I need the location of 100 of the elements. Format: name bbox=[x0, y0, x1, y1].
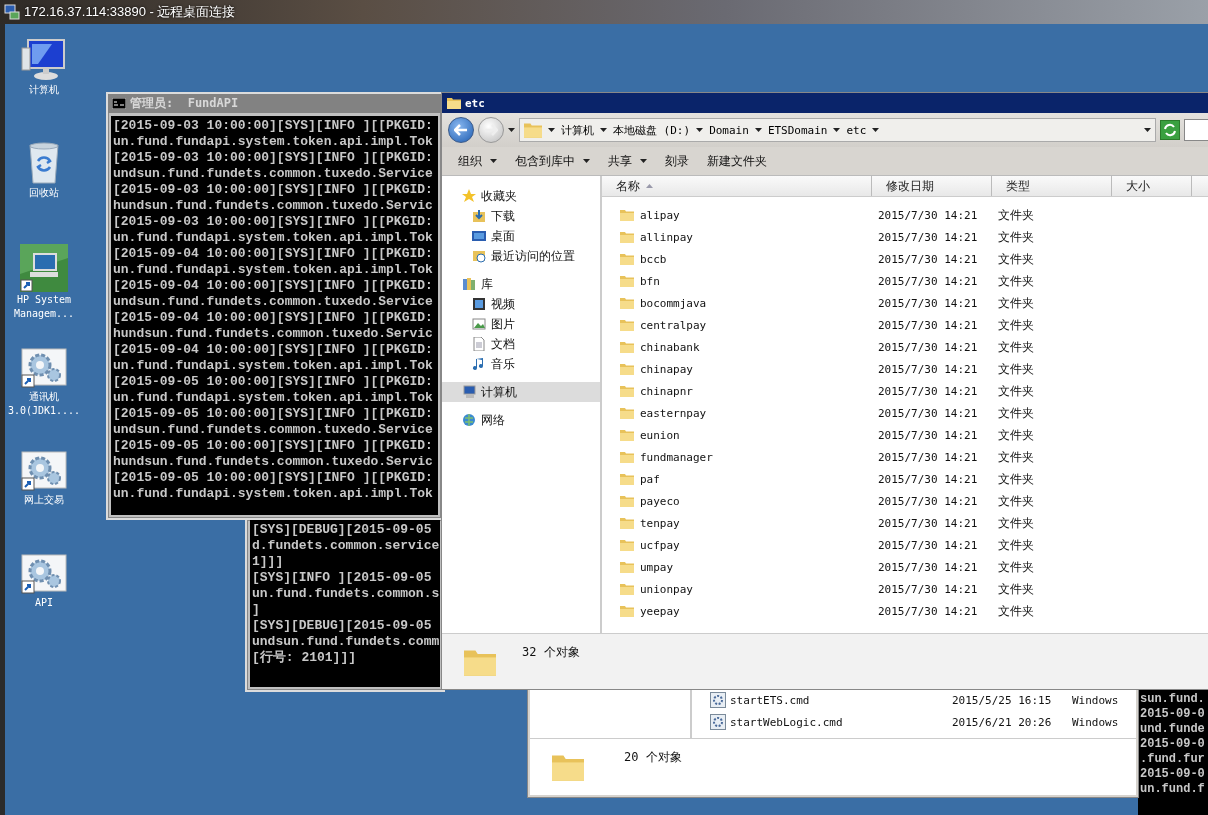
icon-label[interactable]: API bbox=[34, 597, 54, 609]
nav-item[interactable]: 图片 bbox=[442, 314, 600, 334]
breadcrumb[interactable]: ETSDomain bbox=[767, 123, 828, 137]
item-type: 文件夹 bbox=[997, 404, 1035, 422]
file-type: Windows bbox=[1072, 715, 1119, 729]
console-line: [2015-09-04 10:00:00][SYS][INFO ][[PKGID: bbox=[113, 246, 434, 262]
recent-places-icon bbox=[472, 249, 486, 263]
nav-item[interactable]: 视频 bbox=[442, 294, 600, 314]
column-header[interactable]: 名称 bbox=[602, 176, 872, 196]
icon-label[interactable]: 计算机 bbox=[29, 84, 59, 96]
file-name[interactable]: startWebLogic.cmd bbox=[730, 715, 843, 729]
folder-name[interactable]: ucfpay bbox=[640, 538, 680, 552]
toolbar-button[interactable]: 组织 bbox=[450, 149, 505, 173]
breadcrumb[interactable]: Domain bbox=[709, 123, 749, 137]
back-button[interactable] bbox=[448, 117, 474, 143]
console-line: [行号: 2101]]] bbox=[252, 650, 357, 666]
nav-item[interactable]: 网络 bbox=[442, 410, 600, 430]
console-line: hundsun.fund.fundets.common.tuxedo.Servic bbox=[113, 198, 434, 214]
breadcrumb[interactable]: 本地磁盘 (D:) bbox=[613, 122, 691, 138]
nav-item[interactable]: 下载 bbox=[442, 206, 600, 226]
breadcrumb[interactable]: 计算机 bbox=[561, 122, 594, 138]
gears-shortcut-icon[interactable] bbox=[20, 347, 68, 389]
nav-item[interactable]: 库 bbox=[442, 274, 600, 294]
column-header[interactable]: 类型 bbox=[992, 176, 1112, 196]
item-type: 文件夹 bbox=[997, 294, 1035, 312]
folder-name[interactable]: easternpay bbox=[640, 406, 707, 420]
icon-label[interactable]: HP System bbox=[16, 294, 72, 306]
nav-item[interactable]: 音乐 bbox=[442, 354, 600, 374]
column-header[interactable]: 大小 bbox=[1112, 176, 1192, 196]
nav-item[interactable]: 最近访问的位置 bbox=[442, 246, 600, 266]
console-line: [2015-09-05 10:00:00][SYS][INFO ][[PKGID: bbox=[113, 406, 434, 422]
folder-name[interactable]: tenpay bbox=[640, 516, 680, 530]
file-type: Windows bbox=[1072, 693, 1119, 707]
nav-item[interactable]: 文档 bbox=[442, 334, 600, 354]
nav-item[interactable]: 收藏夹 bbox=[442, 186, 600, 206]
toolbar-button[interactable]: 包含到库中 bbox=[507, 149, 598, 173]
folder-name[interactable]: payeco bbox=[640, 494, 680, 508]
folder-icon bbox=[524, 122, 542, 138]
console-line: hundsun.fund.fundets.common.tuxedo.Servic bbox=[113, 326, 434, 342]
folder-icon bbox=[620, 407, 634, 419]
console-line: d.fundets.common.service bbox=[252, 538, 438, 554]
folder-name[interactable]: umpay bbox=[640, 560, 674, 574]
gear-file-icon bbox=[710, 692, 726, 708]
folder-name[interactable]: chinapnr bbox=[640, 384, 693, 398]
icon-label[interactable]: 网上交易 bbox=[24, 494, 64, 506]
folder-icon bbox=[620, 517, 634, 529]
file-name[interactable]: startETS.cmd bbox=[730, 693, 810, 707]
folder-name[interactable]: chinabank bbox=[640, 340, 700, 354]
gears-shortcut-icon[interactable] bbox=[20, 450, 68, 492]
gears-shortcut-icon[interactable] bbox=[20, 553, 68, 595]
folder-name[interactable]: bccb bbox=[640, 252, 667, 266]
item-type: 文件夹 bbox=[997, 228, 1035, 246]
console-line: un.fund.fundapi.system.token.api.impl.Tok bbox=[113, 358, 434, 374]
nav-item[interactable]: 桌面 bbox=[442, 226, 600, 246]
globe-icon bbox=[462, 413, 476, 427]
search-field[interactable] bbox=[1184, 119, 1208, 141]
console-line: [SYS][INFO ][2015-09-05 bbox=[252, 570, 433, 586]
folder-name[interactable]: paf bbox=[640, 472, 660, 486]
console-line: [2015-09-05 10:00:00][SYS][INFO ][[PKGID: bbox=[113, 470, 434, 486]
icon-label[interactable]: 3.0(JDK1.... bbox=[7, 405, 81, 417]
console-title: 管理员: FundAPI bbox=[130, 95, 239, 112]
refresh-icon bbox=[1163, 123, 1177, 137]
folder-name[interactable]: allinpay bbox=[640, 230, 693, 244]
console-line: un.fund.fundets.common.s bbox=[252, 586, 438, 602]
console-line: un.fund.fundapi.system.token.api.impl.Tok bbox=[113, 390, 434, 406]
download-folder-icon bbox=[472, 209, 486, 223]
folder-name[interactable]: alipay bbox=[640, 208, 680, 222]
toolbar-button[interactable]: 刻录 bbox=[657, 149, 697, 173]
icon-label[interactable]: 通讯机 bbox=[29, 391, 59, 403]
modified-date: 2015/7/30 14:21 bbox=[877, 318, 979, 332]
folder-name[interactable]: centralpay bbox=[640, 318, 707, 332]
computer-icon[interactable] bbox=[20, 38, 68, 82]
folder-name[interactable]: fundmanager bbox=[640, 450, 713, 464]
explorer-title: etc bbox=[465, 96, 485, 110]
address-bar[interactable]: 计算机 本地磁盘 (D:) Domain ETSDomain etc bbox=[519, 118, 1156, 142]
console-line: ] bbox=[252, 602, 261, 618]
folder-name[interactable]: bocommjava bbox=[640, 296, 707, 310]
icon-label[interactable]: Managem... bbox=[13, 308, 75, 320]
breadcrumb[interactable]: etc bbox=[846, 123, 867, 137]
toolbar-button[interactable]: 新建文件夹 bbox=[699, 149, 775, 173]
toolbar-button[interactable]: 共享 bbox=[600, 149, 655, 173]
console-line: [2015-09-03 10:00:00][SYS][INFO ][[PKGID: bbox=[113, 182, 434, 198]
folder-name[interactable]: eunion bbox=[640, 428, 680, 442]
desktop-icon bbox=[472, 229, 486, 243]
folder-name[interactable]: unionpay bbox=[640, 582, 693, 596]
item-type: 文件夹 bbox=[997, 558, 1035, 576]
column-header[interactable]: 修改日期 bbox=[872, 176, 992, 196]
icon-label[interactable]: 回收站 bbox=[29, 187, 59, 199]
gear-file-icon bbox=[710, 714, 726, 730]
folder-icon bbox=[620, 495, 634, 507]
folder-icon bbox=[620, 231, 634, 243]
folder-name[interactable]: chinapay bbox=[640, 362, 693, 376]
folder-name[interactable]: yeepay bbox=[640, 604, 680, 618]
item-type: 文件夹 bbox=[997, 316, 1035, 334]
monitor-shortcut-icon[interactable] bbox=[20, 244, 68, 292]
folder-name[interactable]: bfn bbox=[640, 274, 660, 288]
refresh-button[interactable] bbox=[1160, 120, 1180, 140]
modified-date: 2015/7/30 14:21 bbox=[877, 362, 979, 376]
item-type: 文件夹 bbox=[997, 382, 1035, 400]
nav-item[interactable]: 计算机 bbox=[442, 382, 600, 402]
